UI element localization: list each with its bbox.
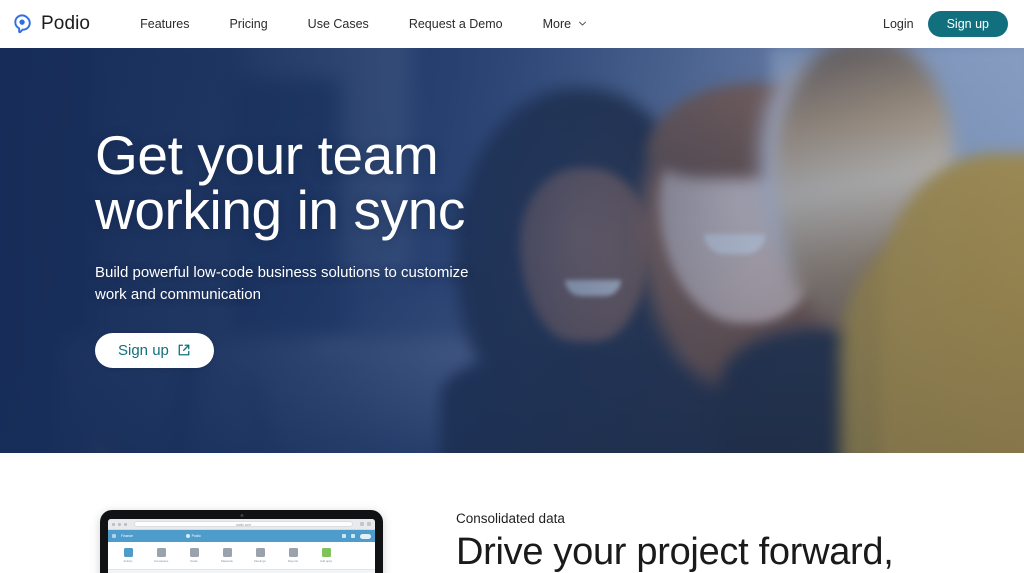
app-podio-logo-icon — [186, 534, 191, 538]
app-podio-logo-label: Podio — [191, 534, 201, 538]
browser-reload-icon[interactable] — [124, 522, 127, 526]
toolbar-item-materials-label: Materials — [221, 559, 233, 563]
hero-signup-button[interactable]: Sign up — [95, 332, 214, 368]
browser-settings-icon[interactable] — [367, 522, 371, 526]
toolbar-item-materials[interactable]: Materials — [216, 548, 238, 563]
app-notifications-icon[interactable] — [351, 534, 355, 538]
hero-headline-line-2: working in sync — [95, 179, 465, 241]
nav-link-pricing[interactable]: Pricing — [209, 11, 287, 37]
toolbar-item-meetings[interactable]: Meetings — [249, 548, 271, 563]
landing-page: Podio Features Pricing Use Cases Request… — [0, 0, 1024, 573]
nav-account-actions: Login Sign up — [883, 10, 1008, 38]
nav-link-request-a-demo-label: Request a Demo — [408, 17, 503, 31]
feature-heading: Drive your project forward, — [456, 531, 894, 573]
browser-back-icon[interactable] — [112, 522, 115, 526]
product-screenshot-device: podio.com Finance Podio Activity Compani… — [100, 510, 383, 573]
brand-logo-link[interactable]: Podio — [12, 13, 90, 35]
nav-link-request-a-demo[interactable]: Request a Demo — [389, 11, 523, 37]
nav-link-pricing-label: Pricing — [229, 17, 268, 31]
top-navigation-bar: Podio Features Pricing Use Cases Request… — [0, 0, 1024, 48]
app-bar-actions — [342, 533, 371, 539]
nav-link-more[interactable]: More — [523, 11, 607, 37]
chevron-down-icon — [578, 19, 587, 28]
meetings-icon — [255, 548, 265, 557]
toolbar-item-activity-label: Activity — [123, 559, 133, 563]
brand-name: Podio — [41, 13, 91, 34]
toolbar-item-meetings-label: Meetings — [254, 559, 266, 563]
feature-text-block: Consolidated data Drive your project for… — [456, 511, 996, 573]
toolbar-item-activity[interactable]: Activity — [117, 548, 139, 563]
toolbar-item-add-apps[interactable]: Add apps — [315, 548, 337, 563]
nav-link-use-cases-label: Use Cases — [307, 17, 369, 31]
external-link-icon — [177, 343, 191, 357]
activity-icon — [123, 548, 133, 557]
podio-logo-icon — [12, 13, 34, 35]
app-search-icon[interactable] — [342, 534, 346, 538]
app-menu-icon[interactable] — [112, 534, 116, 538]
login-link[interactable]: Login — [883, 17, 914, 31]
toolbar-item-deals-label: Deals — [190, 559, 198, 563]
companies-icon — [156, 548, 166, 557]
nav-link-more-label: More — [542, 17, 572, 31]
hero-signup-label: Sign up — [118, 341, 169, 359]
toolbar-item-reports-label: Reports — [287, 559, 299, 563]
reports-icon — [288, 548, 298, 557]
deals-icon — [189, 548, 199, 557]
browser-chrome: podio.com — [108, 519, 375, 530]
primary-nav-links: Features Pricing Use Cases Request a Dem… — [120, 11, 607, 37]
nav-link-features[interactable]: Features — [120, 11, 209, 37]
hero-headline: Get your team working in sync — [95, 128, 655, 238]
app-podio-logo: Podio — [186, 534, 201, 538]
app-profile-pill[interactable] — [360, 533, 371, 539]
hero-subtitle: Build powerful low-code business solutio… — [95, 264, 469, 303]
materials-icon — [222, 548, 232, 557]
browser-bookmark-icon[interactable] — [360, 522, 364, 526]
podio-app-bar: Finance Podio — [108, 530, 375, 542]
toolbar-item-add-apps-label: Add apps — [319, 559, 333, 563]
device-camera-icon — [240, 514, 243, 517]
hero-section: Get your team working in sync Build powe… — [0, 48, 1024, 453]
nav-link-features-label: Features — [140, 17, 190, 31]
toolbar-item-deals[interactable]: Deals — [183, 548, 205, 563]
hero-content: Get your team working in sync Build powe… — [95, 128, 655, 368]
feature-eyebrow: Consolidated data — [456, 511, 565, 526]
features-section: podio.com Finance Podio Activity Compani… — [0, 453, 1024, 573]
app-workspace-name: Finance — [121, 534, 134, 538]
toolbar-item-reports[interactable]: Reports — [282, 548, 304, 563]
app-toolbar: Activity Companies Deals Materials Meeti… — [108, 542, 375, 570]
browser-address-bar[interactable]: podio.com — [134, 521, 353, 527]
add-app-icon — [321, 548, 331, 557]
device-screen: podio.com Finance Podio Activity Compani… — [108, 519, 375, 573]
nav-link-use-cases[interactable]: Use Cases — [288, 11, 389, 37]
browser-forward-icon[interactable] — [118, 522, 121, 526]
toolbar-item-companies-label: Companies — [153, 559, 169, 563]
toolbar-item-companies[interactable]: Companies — [150, 548, 172, 563]
signup-button[interactable]: Sign up — [927, 10, 1008, 38]
hero-headline-line-1: Get your team — [95, 124, 439, 186]
